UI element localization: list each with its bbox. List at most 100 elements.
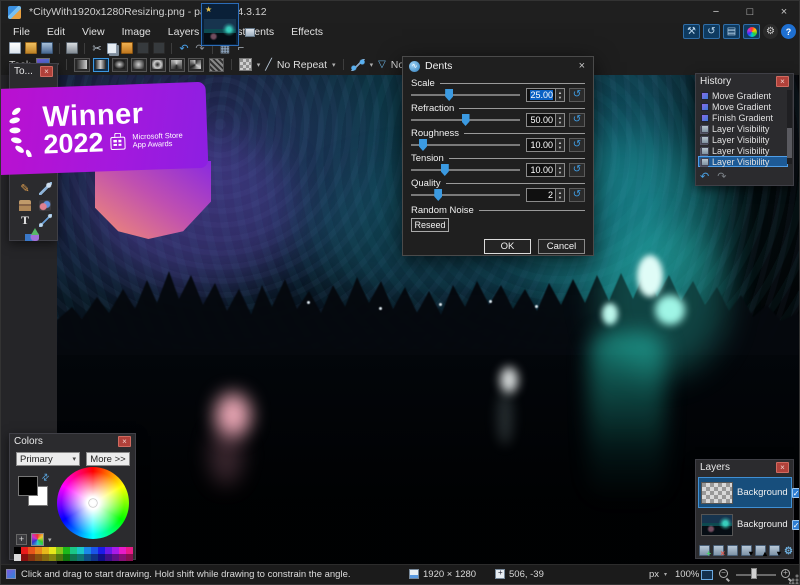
- color-palette[interactable]: [14, 547, 133, 561]
- palette-swatch[interactable]: [35, 554, 42, 561]
- menu-item-view[interactable]: View: [82, 26, 105, 38]
- move-down-icon[interactable]: ▾: [769, 545, 780, 556]
- line-style-icon[interactable]: ╱: [265, 58, 272, 71]
- spinner[interactable]: ▲▼: [556, 188, 565, 202]
- palette-swatch[interactable]: [56, 554, 63, 561]
- chevron-down-icon[interactable]: ▾: [257, 61, 261, 69]
- paste-icon[interactable]: [121, 42, 133, 54]
- history-item[interactable]: Layer Visibility: [698, 145, 788, 156]
- gradient-type-diamond[interactable]: [112, 58, 128, 72]
- reset-button[interactable]: ↺: [569, 113, 585, 127]
- slider-thumb[interactable]: [441, 164, 449, 176]
- history-item[interactable]: Finish Gradient: [698, 112, 788, 123]
- slider-track[interactable]: [411, 138, 520, 152]
- gradient-type-radial[interactable]: [131, 58, 147, 72]
- help-icon[interactable]: ?: [781, 24, 796, 39]
- gradient-type-radial-reflected[interactable]: [150, 58, 166, 72]
- cut-icon[interactable]: ✂: [91, 42, 103, 54]
- undo-icon[interactable]: ↶: [700, 170, 709, 183]
- palette-swatch[interactable]: [42, 547, 49, 554]
- palette-swatch[interactable]: [63, 554, 70, 561]
- image-tab[interactable]: ★: [201, 3, 239, 46]
- value-input[interactable]: 10.00: [526, 138, 556, 152]
- history-item[interactable]: Layer Visibility: [698, 123, 788, 134]
- fill-style-swatch[interactable]: [239, 58, 252, 71]
- palette-swatch[interactable]: [112, 547, 119, 554]
- print-icon[interactable]: [66, 42, 78, 54]
- spinner[interactable]: ▲▼: [556, 138, 565, 152]
- close-icon[interactable]: ×: [776, 462, 789, 473]
- line-curve-tool[interactable]: [37, 213, 53, 228]
- palette-swatch[interactable]: [42, 554, 49, 561]
- palette-swatch[interactable]: [28, 547, 35, 554]
- save-icon[interactable]: [41, 42, 53, 54]
- palette-swatch[interactable]: [77, 547, 84, 554]
- merge-down-icon[interactable]: ▾: [741, 545, 752, 556]
- menu-item-file[interactable]: File: [13, 26, 30, 38]
- copy-icon[interactable]: [107, 43, 117, 54]
- resize-grip-icon[interactable]: [789, 574, 799, 584]
- layer-row[interactable]: Background✓: [698, 509, 792, 540]
- repeat-mode-dropdown[interactable]: No Repeat: [277, 59, 327, 71]
- reseed-button[interactable]: Reseed: [411, 218, 449, 232]
- palette-swatch[interactable]: [14, 554, 21, 561]
- redo-icon[interactable]: ↷: [717, 170, 726, 183]
- clone-stamp-tool[interactable]: [17, 198, 33, 213]
- menu-item-edit[interactable]: Edit: [47, 26, 65, 38]
- slider-thumb[interactable]: [434, 189, 442, 201]
- palette-swatch[interactable]: [77, 554, 84, 561]
- value-input[interactable]: 25.00: [526, 88, 556, 102]
- spinner[interactable]: ▲▼: [556, 163, 565, 177]
- chevron-down-icon[interactable]: ▾: [370, 61, 374, 69]
- colors-window-icon[interactable]: [743, 24, 760, 39]
- palette-swatch[interactable]: [91, 554, 98, 561]
- palette-swatch[interactable]: [105, 554, 112, 561]
- palette-swatch[interactable]: [14, 547, 21, 554]
- zoom-out-icon[interactable]: −: [719, 569, 728, 578]
- palette-swatch[interactable]: [98, 547, 105, 554]
- palette-swatch[interactable]: [28, 554, 35, 561]
- palette-swatch[interactable]: [119, 554, 126, 561]
- palette-swatch[interactable]: [119, 547, 126, 554]
- slider-thumb[interactable]: [462, 114, 470, 126]
- close-icon[interactable]: ×: [577, 60, 587, 72]
- color-wheel[interactable]: [57, 467, 129, 539]
- chevron-down-icon[interactable]: ▾: [332, 61, 336, 69]
- delete-layer-icon[interactable]: ×: [713, 545, 724, 556]
- spin-down-icon[interactable]: ▼: [558, 170, 562, 175]
- minimize-button[interactable]: −: [699, 1, 733, 23]
- color-picker-tool[interactable]: [37, 181, 53, 196]
- spin-down-icon[interactable]: ▼: [558, 195, 562, 200]
- open-file-icon[interactable]: [25, 42, 37, 54]
- palette-swatch[interactable]: [98, 554, 105, 561]
- recolor-tool[interactable]: [37, 198, 53, 213]
- palette-swatch[interactable]: [84, 554, 91, 561]
- palette-swatch[interactable]: [84, 547, 91, 554]
- duplicate-layer-icon[interactable]: [727, 545, 738, 556]
- layer-visible-checkbox[interactable]: ✓: [792, 488, 800, 498]
- more-button[interactable]: More >>: [86, 452, 130, 466]
- menu-item-layers[interactable]: Layers: [168, 26, 200, 38]
- palette-swatch[interactable]: [126, 554, 133, 561]
- history-item[interactable]: Move Gradient: [698, 90, 788, 101]
- layer-properties-icon[interactable]: ⚙: [783, 545, 794, 556]
- spin-down-icon[interactable]: ▼: [558, 145, 562, 150]
- settings-icon[interactable]: ⚙: [763, 24, 778, 39]
- crop-to-selection-icon[interactable]: [137, 42, 149, 54]
- slider-track[interactable]: [411, 188, 520, 202]
- slider-thumb[interactable]: [445, 89, 453, 101]
- image-list-icon[interactable]: [245, 28, 255, 37]
- spinner[interactable]: ▲▼: [556, 113, 565, 127]
- shapes-tool[interactable]: [24, 227, 40, 242]
- history-window-icon[interactable]: ↺: [703, 24, 720, 39]
- gradient-type-spiral[interactable]: [188, 58, 204, 72]
- close-icon[interactable]: ×: [776, 76, 789, 87]
- primary-color-swatch[interactable]: [18, 476, 38, 496]
- gradient-channel-icon[interactable]: [351, 59, 365, 71]
- add-layer-icon[interactable]: +: [699, 545, 710, 556]
- value-input[interactable]: 2: [526, 188, 556, 202]
- cancel-button[interactable]: Cancel: [538, 239, 585, 254]
- spinner[interactable]: ▲▼: [556, 88, 565, 102]
- layer-visible-checkbox[interactable]: ✓: [792, 520, 800, 530]
- ok-button[interactable]: OK: [484, 239, 531, 254]
